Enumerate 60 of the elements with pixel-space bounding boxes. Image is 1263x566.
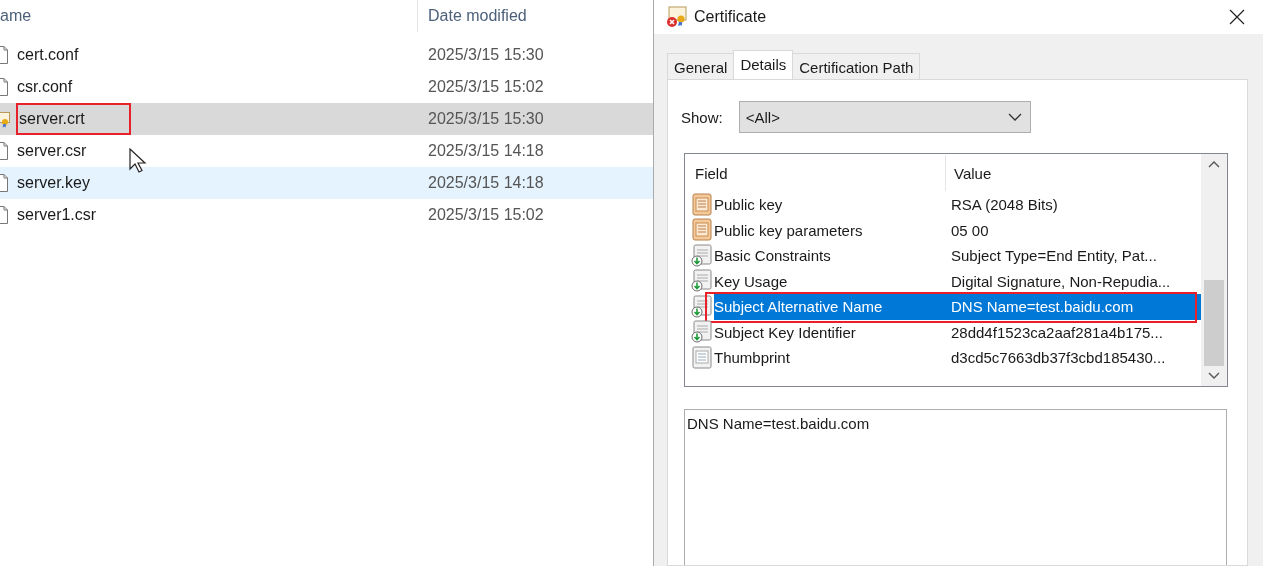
field-name[interactable]: Public key — [714, 192, 949, 218]
window-title: Certificate — [694, 8, 768, 26]
certificate-icon — [0, 110, 10, 128]
column-header[interactable]: Field — [695, 164, 728, 182]
date-modified: 2025/3/15 14:18 — [427, 174, 544, 192]
detail-text: DNS Name=test.baidu.com — [687, 415, 870, 432]
chevron-down-icon[interactable] — [1208, 372, 1220, 380]
file-name: server.crt — [19, 110, 85, 128]
file-row[interactable]: server1.csr 2025/3/15 15:02 — [0, 199, 653, 231]
tab[interactable]: General — [667, 53, 735, 79]
extension-icon — [691, 269, 713, 294]
field-name[interactable]: Basic Constraints — [714, 243, 949, 269]
extension-icon — [691, 243, 713, 268]
column-header[interactable]: Date modified — [428, 7, 527, 25]
file-name: server.csr — [17, 142, 87, 160]
cursor-icon — [129, 148, 147, 174]
extension-icon — [691, 294, 713, 319]
tab[interactable]: Certification Path — [792, 53, 921, 79]
date-modified: 2025/3/15 14:18 — [427, 142, 544, 160]
field-value[interactable]: d3cd5c7663db37f3cbd185430... — [949, 345, 1201, 371]
detail-text-area[interactable]: DNS Name=test.baidu.com — [684, 409, 1227, 565]
date-modified: 2025/3/15 15:30 — [427, 110, 544, 128]
scrollbar[interactable] — [1201, 154, 1227, 386]
show-dropdown[interactable]: <All> — [738, 101, 1031, 133]
file-row[interactable]: server.crt 2025/3/15 15:30 — [0, 103, 653, 135]
property-icon — [691, 192, 713, 217]
show-label: Show: — [681, 108, 723, 126]
chevron-up-icon[interactable] — [1208, 160, 1220, 168]
chevron-down-icon — [1007, 113, 1022, 121]
file-row[interactable]: server.csr 2025/3/15 14:18 — [0, 135, 653, 167]
date-modified: 2025/3/15 15:02 — [427, 206, 544, 224]
tab[interactable]: Details — [733, 50, 794, 79]
field-value[interactable]: Subject Type=End Entity, Pat... — [949, 243, 1201, 269]
file-row[interactable]: cert.conf 2025/3/15 15:30 — [0, 39, 653, 71]
date-modified: 2025/3/15 15:02 — [427, 78, 544, 96]
file-name: server1.csr — [17, 206, 97, 224]
certificate-error-icon — [666, 6, 688, 28]
field-value[interactable]: RSA (2048 Bits) — [949, 192, 1201, 218]
field-name[interactable]: Public key parameters — [714, 217, 949, 243]
file-row[interactable]: csr.conf 2025/3/15 15:02 — [0, 71, 653, 103]
extension-icon — [691, 320, 713, 345]
file-name: csr.conf — [17, 78, 73, 96]
field-name[interactable]: Thumbprint — [714, 345, 949, 371]
scroll-thumb[interactable] — [1204, 280, 1224, 366]
field-name[interactable]: Key Usage — [714, 268, 949, 294]
field-icon — [691, 345, 713, 370]
field-value[interactable]: DNS Name=test.baidu.com — [949, 294, 1201, 320]
file-name: server.key — [17, 174, 90, 192]
field-name[interactable]: Subject Alternative Name — [714, 294, 949, 320]
field-value[interactable]: Digital Signature, Non-Repudia... — [949, 268, 1201, 294]
field-value[interactable]: 28dd4f1523ca2aaf281a4b175... — [949, 319, 1201, 345]
column-header[interactable]: Value — [954, 164, 992, 182]
file-name: cert.conf — [17, 46, 79, 64]
field-value[interactable]: 05 00 — [949, 217, 1201, 243]
file-row[interactable]: server.key 2025/3/15 14:18 — [0, 167, 653, 199]
field-name[interactable]: Subject Key Identifier — [714, 319, 949, 345]
property-icon — [691, 218, 713, 243]
column-header[interactable]: ame — [0, 7, 32, 24]
date-modified: 2025/3/15 15:30 — [427, 46, 544, 64]
close-icon[interactable] — [1229, 9, 1245, 25]
